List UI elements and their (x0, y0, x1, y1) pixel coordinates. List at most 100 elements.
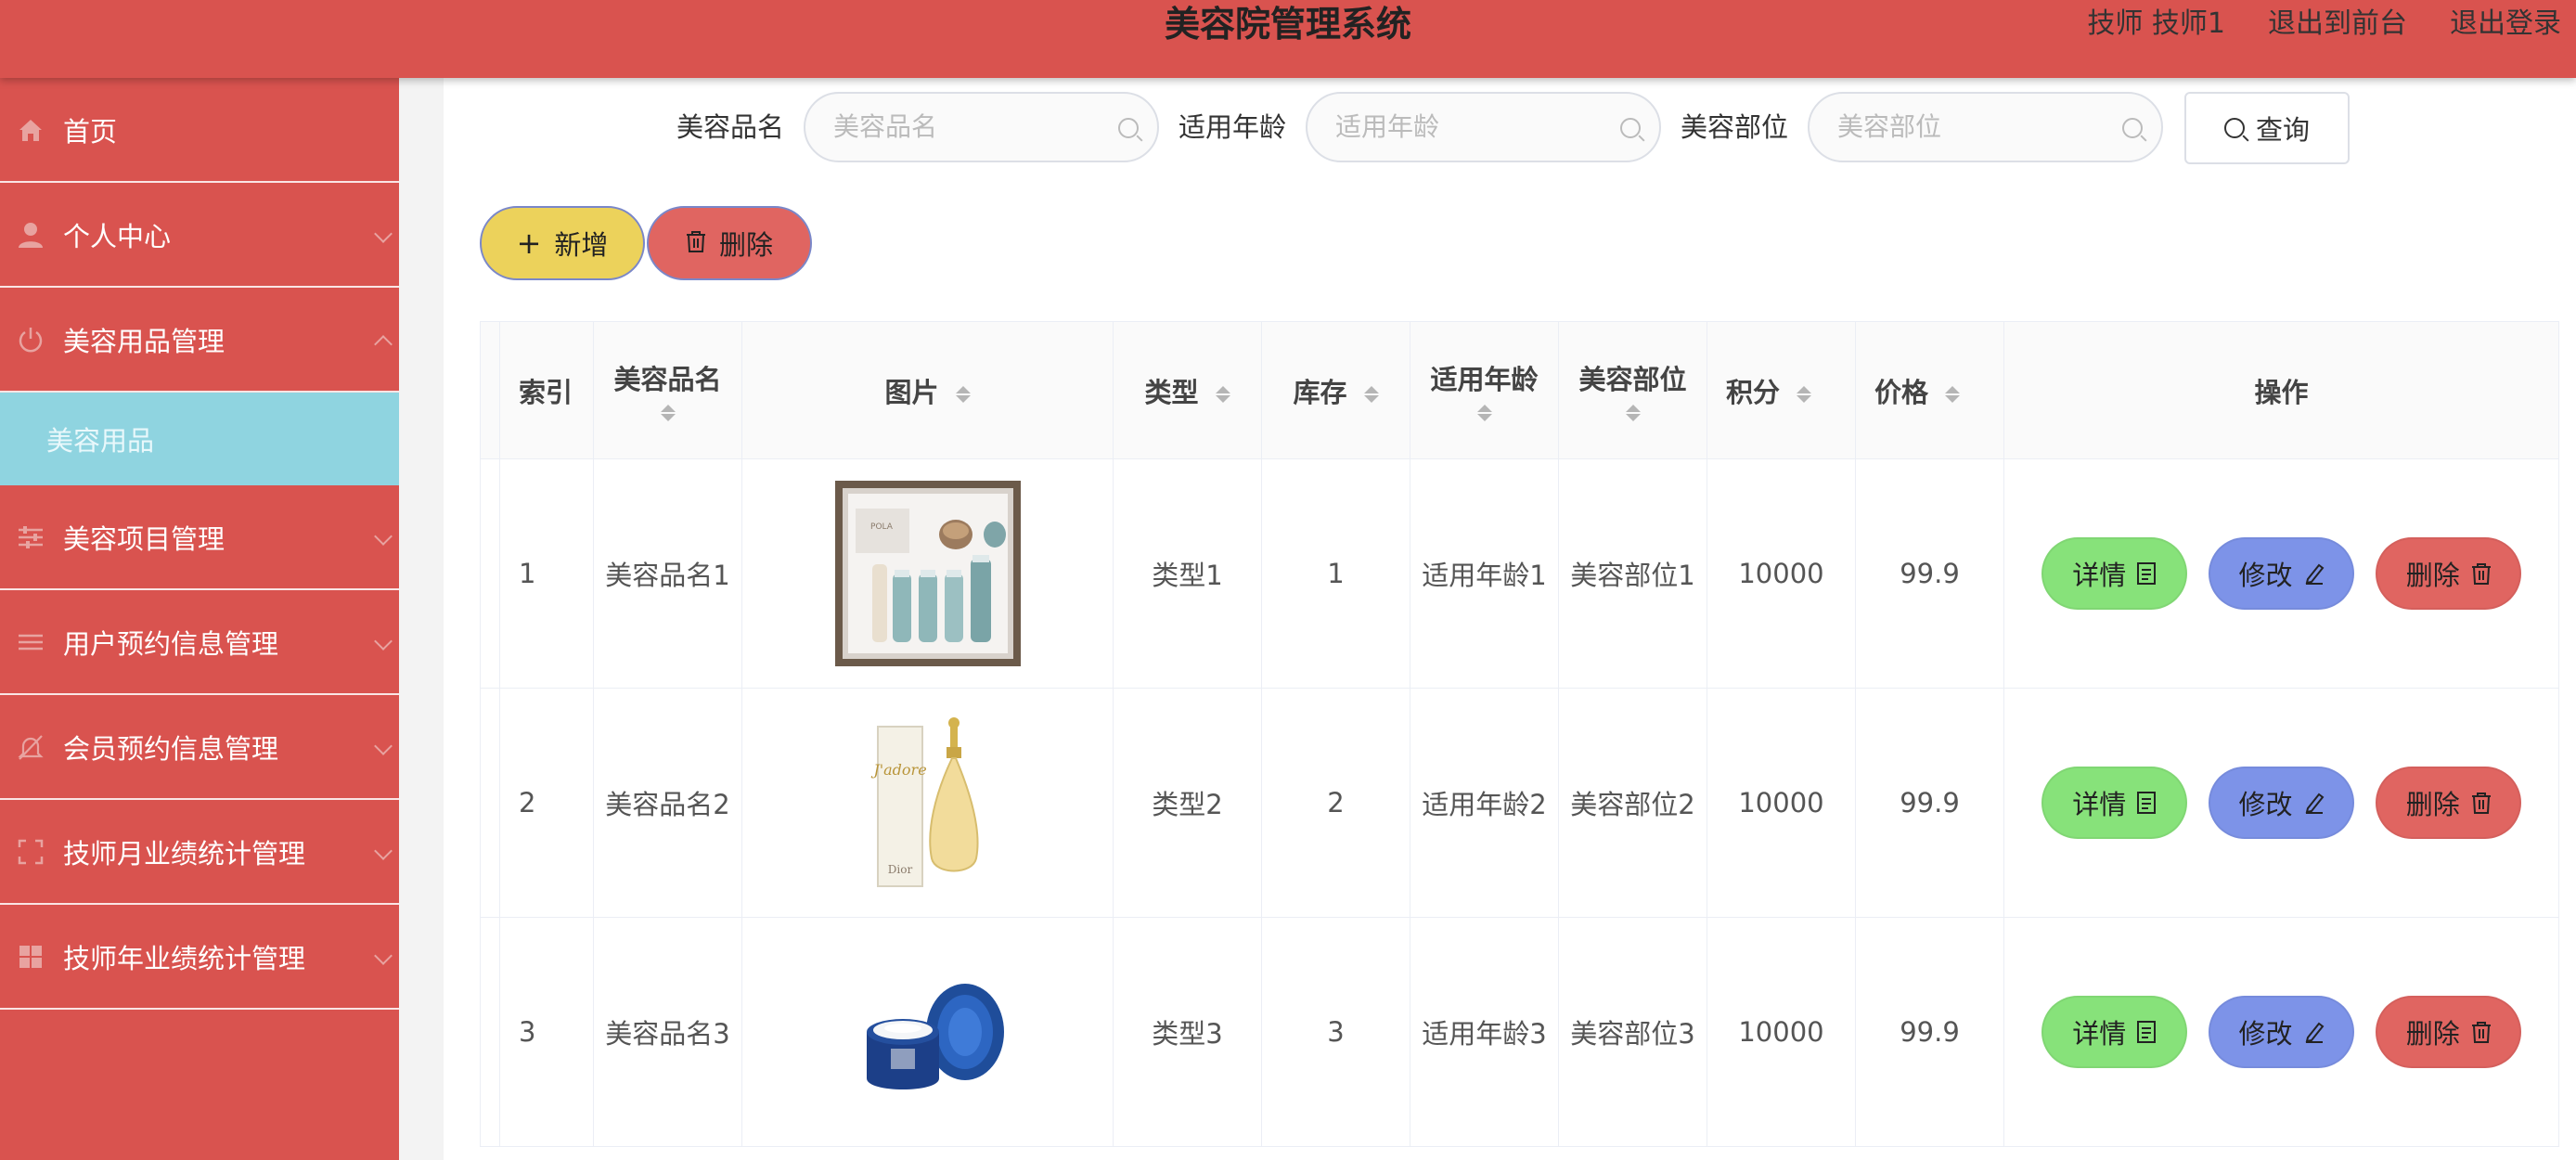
column-header-price[interactable]: 价格 (1855, 321, 2004, 459)
cell-type: 类型3 (1113, 917, 1262, 1147)
sidebar-item-personal-center[interactable]: 个人中心 (0, 183, 399, 288)
age-filter-input[interactable]: 适用年龄 (1306, 92, 1661, 162)
column-header-points[interactable]: 积分 (1707, 321, 1856, 459)
current-user: 技师 技师1 (2087, 7, 2225, 40)
delete-button[interactable]: 删除 (2376, 767, 2522, 839)
sort-icon[interactable] (1797, 384, 1812, 405)
svg-text:POLA: POLA (870, 522, 894, 532)
column-header-part[interactable]: 美容部位 (1558, 321, 1707, 459)
cell-image: POLA (741, 458, 1114, 689)
product-image-cream-jar (834, 939, 1021, 1125)
header-actions: 技师 技师1 退出到前台 退出登录 (2087, 0, 2561, 48)
detail-button-label: 详情 (2072, 789, 2127, 820)
cell-index: 2 (499, 688, 594, 918)
chevron-down-icon (374, 841, 393, 860)
sidebar-subitem-beauty-supplies[interactable]: 美容用品 (0, 393, 399, 485)
home-icon (17, 116, 45, 144)
svg-text:Dior: Dior (887, 863, 912, 876)
document-icon (2137, 792, 2157, 814)
power-icon (17, 326, 45, 354)
sidebar-item-user-reservations[interactable]: 用户预约信息管理 (0, 590, 399, 695)
frame-icon (17, 838, 45, 866)
row-select-cell[interactable] (480, 917, 500, 1147)
sidebar-item-label: 美容用品管理 (63, 325, 225, 357)
sidebar: 首页 个人中心 美容用品管理 美容用品 美容项目管理 用户预约信息管理 会员预约… (0, 78, 399, 1160)
cell-image: J'adore Dior (741, 688, 1114, 918)
delete-button[interactable]: 删除 (2376, 537, 2522, 610)
cell-index: 1 (499, 458, 594, 689)
edit-button-label: 修改 (2238, 789, 2293, 820)
row-select-cell[interactable] (480, 458, 500, 689)
column-header-label: 库存 (1293, 376, 1347, 408)
delete-button-label: 删除 (2405, 560, 2460, 591)
cell-type: 类型2 (1113, 688, 1262, 918)
sidebar-item-label: 用户预约信息管理 (63, 627, 279, 660)
sidebar-item-home[interactable]: 首页 (0, 78, 399, 183)
delete-button[interactable]: 删除 (2376, 996, 2522, 1068)
sidebar-item-beauty-supplies[interactable]: 美容用品管理 (0, 288, 399, 393)
cell-actions: 详情 修改 删除 (2003, 688, 2559, 918)
sort-icon[interactable] (1215, 384, 1230, 405)
add-button[interactable]: + 新增 (480, 206, 645, 280)
table-header-row: 索引 美容品名 图片 类型 库存 适用年龄 美容部位 积分 价格 操作 (480, 321, 2559, 459)
part-filter-input[interactable]: 美容部位 (1808, 92, 2163, 162)
column-header-label: 图片 (884, 376, 939, 408)
column-header-image[interactable]: 图片 (741, 321, 1114, 459)
plus-icon: + (516, 226, 542, 261)
sidebar-item-beauty-projects[interactable]: 美容项目管理 (0, 485, 399, 590)
column-header-stock[interactable]: 库存 (1261, 321, 1410, 459)
detail-button[interactable]: 详情 (2041, 767, 2187, 839)
trash-icon (2471, 1022, 2491, 1043)
batch-delete-label: 删除 (718, 229, 773, 261)
logout-link[interactable]: 退出登录 (2450, 0, 2561, 48)
part-filter-placeholder: 美容部位 (1837, 111, 1942, 142)
age-filter-label: 适用年龄 (1179, 111, 1287, 143)
query-button-label: 查询 (2255, 114, 2310, 146)
delete-button-label: 删除 (2405, 789, 2460, 820)
sidebar-item-label: 首页 (63, 115, 118, 148)
cell-age: 适用年龄1 (1410, 458, 1559, 689)
column-header-name[interactable]: 美容品名 (593, 321, 742, 459)
cell-price: 99.9 (1855, 688, 2004, 918)
exit-to-front-link[interactable]: 退出到前台 (2268, 0, 2407, 48)
cell-actions: 详情 修改 删除 (2003, 458, 2559, 689)
batch-delete-button[interactable]: 删除 (647, 206, 812, 280)
sidebar-item-monthly-performance[interactable]: 技师月业绩统计管理 (0, 800, 399, 905)
column-header-type[interactable]: 类型 (1113, 321, 1262, 459)
sidebar-item-member-reservations[interactable]: 会员预约信息管理 (0, 695, 399, 800)
edit-button[interactable]: 修改 (2209, 767, 2354, 839)
cell-age: 适用年龄3 (1410, 917, 1559, 1147)
cell-type: 类型1 (1113, 458, 1262, 689)
sidebar-item-label: 技师月业绩统计管理 (63, 837, 306, 870)
cell-part: 美容部位1 (1558, 458, 1707, 689)
sort-icon[interactable] (1476, 404, 1492, 421)
sort-icon[interactable] (1363, 384, 1379, 405)
cell-points: 10000 (1707, 688, 1856, 918)
detail-button[interactable]: 详情 (2041, 996, 2187, 1068)
sidebar-item-label: 技师年业绩统计管理 (63, 942, 306, 974)
sort-icon[interactable] (955, 384, 971, 405)
selection-column[interactable] (480, 321, 500, 459)
row-select-cell[interactable] (480, 688, 500, 918)
edit-button[interactable]: 修改 (2209, 996, 2354, 1068)
product-image-perfume-bottle: J'adore Dior (834, 710, 1021, 896)
cell-price: 99.9 (1855, 917, 2004, 1147)
query-button[interactable]: 查询 (2184, 92, 2350, 164)
name-filter-input[interactable]: 美容品名 (804, 92, 1159, 162)
cell-stock: 3 (1261, 917, 1410, 1147)
delete-button-label: 删除 (2405, 1018, 2460, 1050)
sort-icon[interactable] (1625, 404, 1641, 421)
detail-button-label: 详情 (2072, 1018, 2127, 1050)
sort-icon[interactable] (1945, 384, 1961, 405)
cell-points: 10000 (1707, 917, 1856, 1147)
part-filter-label: 美容部位 (1681, 111, 1789, 143)
chevron-up-icon (374, 334, 393, 354)
detail-button[interactable]: 详情 (2041, 537, 2187, 610)
cell-part: 美容部位2 (1558, 688, 1707, 918)
sort-icon[interactable] (660, 404, 676, 421)
edit-button[interactable]: 修改 (2209, 537, 2354, 610)
column-header-age[interactable]: 适用年龄 (1410, 321, 1559, 459)
detail-button-label: 详情 (2072, 560, 2127, 591)
sidebar-item-yearly-performance[interactable]: 技师年业绩统计管理 (0, 905, 399, 1010)
cell-stock: 1 (1261, 458, 1410, 689)
